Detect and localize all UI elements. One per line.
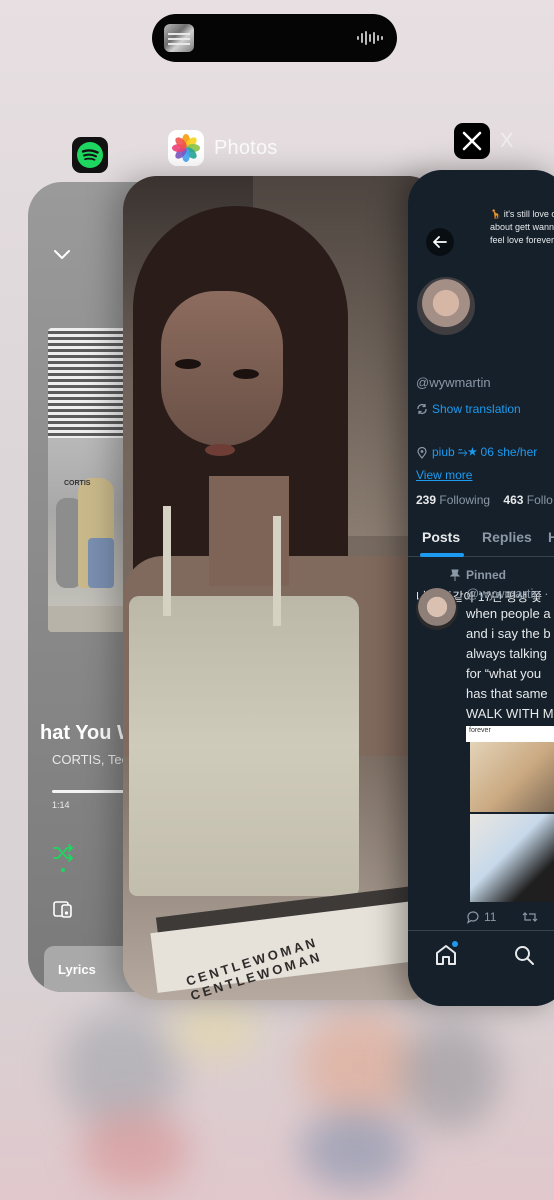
shuffle-icon[interactable] [52, 842, 74, 864]
post-text: when people a and i say the b always tal… [466, 604, 554, 724]
background-icon-blur [80, 1110, 190, 1190]
active-tab-indicator [420, 553, 464, 557]
photo-subject-eye [175, 359, 201, 369]
photos-app-header[interactable]: Photos [168, 130, 277, 166]
reply-icon[interactable] [466, 910, 480, 924]
following-count: 239 [416, 493, 437, 507]
spotify-icon [72, 137, 108, 173]
artist-name[interactable]: CORTIS, Tee [52, 752, 129, 767]
shuffle-active-dot [61, 868, 65, 872]
followers-label: Follo [526, 493, 553, 507]
x-app-title: X [500, 129, 514, 152]
post-image[interactable] [470, 814, 554, 902]
profile-tabs: Posts Replies H [408, 525, 554, 557]
artwork-sign-text: CORTIS [64, 480, 91, 487]
x-app-card[interactable]: 🦒 it's still love only about gett wanna … [408, 170, 554, 1006]
tab-replies[interactable]: Replies [482, 529, 532, 545]
post-text-line: and i say the b [466, 626, 551, 641]
view-more-link[interactable]: View more [416, 468, 472, 482]
post-text-line: when people a [466, 606, 551, 621]
post-text-line: always talking [466, 646, 547, 661]
profile-banner-text: 🦒 it's still love only about gett wanna … [490, 209, 554, 245]
show-translation-label: Show translation [432, 402, 521, 416]
bottom-navigation [408, 930, 554, 1006]
pin-icon [450, 569, 460, 581]
location-pin-icon [417, 446, 427, 459]
photo-subject-top [129, 596, 359, 896]
post-text-line: has that same [466, 686, 548, 701]
post-avatar[interactable] [416, 588, 458, 630]
post-handle[interactable]: @wywmartin · [466, 586, 549, 601]
x-logo-icon [454, 123, 490, 159]
following-label: Following [439, 493, 491, 507]
profile-stats[interactable]: 239 Following 463 Follo [416, 493, 553, 507]
search-icon[interactable] [512, 943, 536, 967]
lyrics-label: Lyrics [58, 962, 96, 977]
photos-app-card[interactable]: CENTLEWOMAN CENTLEWOMAN [123, 176, 441, 1000]
audio-waveform-icon [357, 31, 383, 45]
profile-avatar[interactable] [414, 274, 478, 338]
translate-icon [417, 404, 427, 414]
chevron-down-icon[interactable] [52, 244, 72, 264]
profile-location: piub ⥲★ 06 she/her [416, 445, 537, 460]
profile-handle: @wywmartin [416, 375, 491, 390]
now-playing-artwork [164, 24, 194, 52]
photo-subject-face [161, 291, 283, 446]
show-translation-link[interactable]: Show translation [416, 402, 521, 416]
post-image-caption: forever [466, 726, 554, 742]
connect-device-icon[interactable] [52, 898, 74, 920]
song-title: hat You W [40, 722, 136, 744]
post-text-line: WALK WITH M [466, 706, 554, 721]
photos-app-title: Photos [214, 136, 278, 159]
repost-icon[interactable] [522, 910, 538, 924]
notification-dot [452, 941, 458, 947]
x-app-header[interactable]: X [454, 123, 514, 159]
background-icon-blur [300, 1110, 410, 1190]
tab-posts[interactable]: Posts [422, 529, 460, 545]
post-image[interactable] [470, 742, 554, 812]
dynamic-island[interactable] [152, 14, 397, 62]
photo-subject-strap [163, 506, 171, 616]
post-text-line: for “what you [466, 666, 542, 681]
background-icon-blur [170, 1000, 260, 1060]
photos-icon [168, 130, 204, 166]
followers-count: 463 [503, 493, 524, 507]
photo-subject-lips [205, 444, 235, 456]
arrow-left-icon [433, 236, 447, 248]
photo-subject-eye [233, 369, 259, 379]
elapsed-time: 1:14 [52, 800, 70, 810]
spotify-app-header[interactable] [72, 137, 108, 173]
post-actions: 11 [466, 910, 538, 924]
background-icon-blur [400, 1020, 500, 1130]
reply-count: 11 [484, 910, 497, 924]
tab-highlights[interactable]: H [548, 529, 554, 545]
photo-subject-strap [273, 516, 281, 626]
back-button[interactable] [426, 228, 454, 256]
profile-location-text[interactable]: piub ⥲★ 06 she/her [432, 445, 537, 460]
pinned-indicator: Pinned [450, 568, 506, 582]
pinned-label: Pinned [466, 568, 507, 582]
